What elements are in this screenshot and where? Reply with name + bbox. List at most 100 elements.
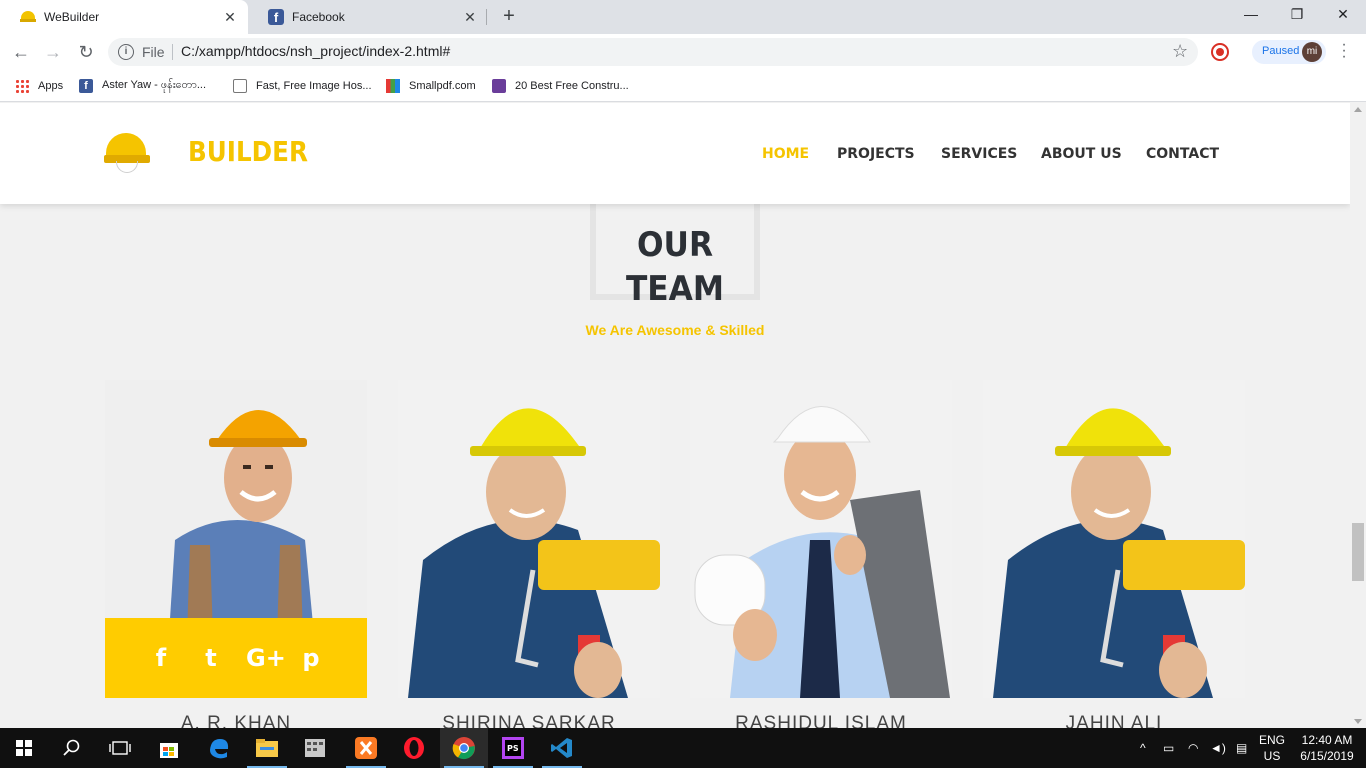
facebook-icon[interactable]: f xyxy=(146,644,176,672)
section-title-line: OUR xyxy=(636,225,714,265)
omnibox-divider xyxy=(172,44,173,60)
brand-logo[interactable]: BUILDER xyxy=(188,135,308,168)
file-explorer-icon[interactable] xyxy=(243,728,291,768)
bookmarks-bar: Apps f Aster Yaw - ဖုန်းတော... Fast, Fre… xyxy=(0,70,1366,102)
facebook-icon: f xyxy=(79,79,93,93)
restore-button[interactable]: ❐ xyxy=(1274,0,1320,30)
colorlib-icon xyxy=(492,79,506,93)
pinterest-icon[interactable]: p xyxy=(296,644,326,672)
profile-button[interactable]: Paused mi xyxy=(1252,40,1326,64)
bookmark-image-host[interactable]: Fast, Free Image Hos... xyxy=(233,77,372,95)
close-window-button[interactable]: ✕ xyxy=(1320,0,1366,30)
social-links-bar: f t G+ p xyxy=(105,618,367,698)
store-icon[interactable] xyxy=(145,728,193,768)
vscode-icon[interactable] xyxy=(538,728,586,768)
record-extension-icon[interactable] xyxy=(1211,43,1229,61)
battery-icon[interactable]: ▭ xyxy=(1163,728,1174,768)
tab-close-icon[interactable]: ✕ xyxy=(460,9,480,26)
team-card[interactable]: f t G+ p xyxy=(105,380,367,698)
back-arrow-icon[interactable]: ← xyxy=(9,40,33,64)
new-tab-button[interactable]: + xyxy=(498,6,520,28)
avatar: mi xyxy=(1302,42,1322,62)
chrome-icon[interactable] xyxy=(440,728,488,768)
team-member-name: RASHIDUL ISLAM xyxy=(735,713,907,728)
team-member-name: SHIRINA SARKAR xyxy=(442,713,616,728)
bookmark-star-icon[interactable]: ☆ xyxy=(1172,41,1188,62)
notification-icon[interactable]: ▤ xyxy=(1236,728,1247,768)
bookmark-apps[interactable]: Apps xyxy=(15,77,63,95)
opera-icon[interactable] xyxy=(390,728,438,768)
team-card[interactable] xyxy=(983,380,1245,698)
bookmark-label: Aster Yaw - ဖုန်းတော... xyxy=(102,79,207,91)
site-header: BUILDER HOME PROJECTS SERVICES ABOUT US … xyxy=(0,103,1350,204)
bookmark-smallpdf[interactable]: Smallpdf.com xyxy=(386,77,476,95)
minimize-button[interactable]: — xyxy=(1228,0,1274,30)
url-text[interactable]: C:/xampp/htdocs/nsh_project/index-2.html… xyxy=(181,43,450,59)
clock-time: 12:40 AM xyxy=(1301,733,1353,747)
kebab-menu-icon[interactable]: · · · xyxy=(1334,37,1354,65)
language-line: US xyxy=(1263,749,1281,763)
browser-toolbar: ← → ↻ i File C:/xampp/htdocs/nsh_project… xyxy=(0,34,1366,70)
edge-icon[interactable] xyxy=(195,728,243,768)
team-card[interactable] xyxy=(690,380,952,698)
team-member-photo xyxy=(983,380,1245,698)
browser-tab-strip: WeBuilder ✕ f Facebook ✕ + — ❐ ✕ xyxy=(0,0,1366,34)
language-indicator[interactable]: ENG US xyxy=(1250,732,1294,764)
team-member-name: A. R. KHAN xyxy=(180,713,292,728)
volume-icon[interactable]: ◄) xyxy=(1210,728,1226,768)
scroll-down-arrow-icon[interactable] xyxy=(1354,719,1362,724)
bookmark-aster-yaw[interactable]: f Aster Yaw - ဖုန်းတော... xyxy=(79,77,206,95)
bookmark-label: Fast, Free Image Hos... xyxy=(256,80,372,92)
section-title: OUR TEAM xyxy=(569,223,781,311)
team-card[interactable] xyxy=(398,380,660,698)
nav-home[interactable]: HOME xyxy=(762,146,809,162)
wifi-icon[interactable]: ◠ xyxy=(1188,728,1198,768)
bookmark-construction[interactable]: 20 Best Free Constru... xyxy=(492,77,629,95)
tab-close-icon[interactable]: ✕ xyxy=(220,9,240,26)
profile-status: Paused xyxy=(1262,45,1300,57)
bookmark-label: 20 Best Free Constru... xyxy=(515,80,629,92)
bookmark-label: Smallpdf.com xyxy=(409,80,476,92)
svg-text:PS: PS xyxy=(507,744,519,753)
tab-title: WeBuilder xyxy=(44,10,100,24)
forward-arrow-icon[interactable]: → xyxy=(41,40,65,64)
page-scrollbar[interactable] xyxy=(1350,103,1366,728)
clock[interactable]: 12:40 AM 6/15/2019 xyxy=(1296,732,1358,764)
phpstorm-icon[interactable]: PS xyxy=(489,728,537,768)
image-host-icon xyxy=(233,79,247,93)
google-plus-icon[interactable]: G+ xyxy=(246,644,286,672)
tray-chevron-icon[interactable]: ^ xyxy=(1140,728,1146,768)
tab-facebook[interactable]: f Facebook ✕ xyxy=(248,0,488,34)
address-bar[interactable]: i File C:/xampp/htdocs/nsh_project/index… xyxy=(108,38,1198,66)
task-view-icon[interactable] xyxy=(96,728,144,768)
nav-services[interactable]: SERVICES xyxy=(941,146,1017,162)
tab-divider xyxy=(486,9,487,25)
windows-taskbar: PS ^ ▭ ◠ ◄) ▤ ENG US 12:40 AM 6/15/2019 xyxy=(0,728,1366,768)
section-subtitle: We Are Awesome & Skilled xyxy=(585,322,765,338)
scroll-up-arrow-icon[interactable] xyxy=(1354,107,1362,112)
info-icon[interactable]: i xyxy=(118,44,134,60)
page-viewport: BUILDER HOME PROJECTS SERVICES ABOUT US … xyxy=(0,103,1350,728)
tab-title: Facebook xyxy=(292,10,345,24)
twitter-icon[interactable]: t xyxy=(196,644,226,672)
nav-about-us[interactable]: ABOUT US xyxy=(1041,146,1122,162)
helmet-favicon-icon xyxy=(20,9,36,25)
section-title-line: TEAM xyxy=(625,269,725,309)
tab-webuilder[interactable]: WeBuilder ✕ xyxy=(0,0,248,34)
team-member-photo xyxy=(690,380,952,698)
team-member-name: JAHIN ALI xyxy=(1065,713,1163,728)
app-grid-icon[interactable] xyxy=(291,728,339,768)
scroll-thumb[interactable] xyxy=(1352,523,1364,581)
search-icon[interactable] xyxy=(48,728,96,768)
language-line: ENG xyxy=(1258,733,1285,747)
nav-projects[interactable]: PROJECTS xyxy=(837,146,915,162)
apps-grid-icon xyxy=(15,79,29,93)
nav-contact[interactable]: CONTACT xyxy=(1146,146,1219,162)
helmet-logo-icon[interactable] xyxy=(104,131,150,175)
xampp-icon[interactable] xyxy=(342,728,390,768)
reload-icon[interactable]: ↻ xyxy=(74,40,98,64)
facebook-favicon-icon: f xyxy=(268,9,284,25)
windows-logo-icon xyxy=(16,740,32,756)
start-button[interactable] xyxy=(0,728,48,768)
clock-date: 6/15/2019 xyxy=(1300,749,1354,763)
